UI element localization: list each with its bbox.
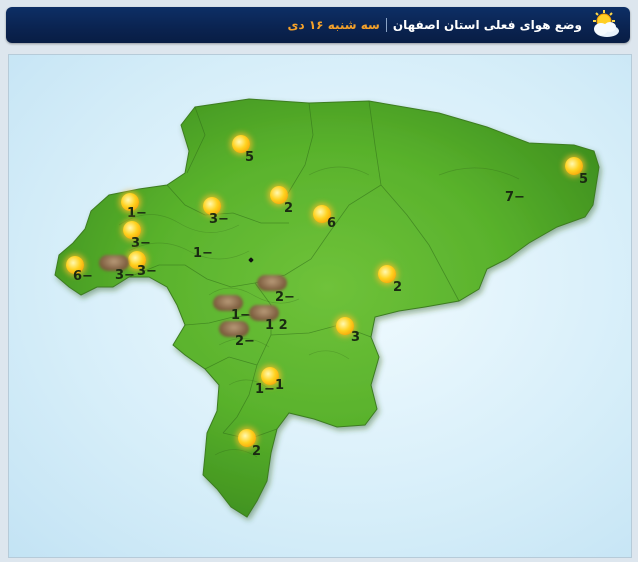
temperature-label: 6 [327,216,337,231]
temperature-label: 3− [115,268,135,283]
temperature-label: 3− [137,264,157,279]
province-map [54,98,600,518]
header-bar: وضع هوای فعلی استان اصفهان سه شنبه ۱۶ دی [6,7,630,43]
temperature-label: 7− [505,190,525,205]
temperature-label: 3 [351,330,361,345]
cloud-icon [257,275,287,291]
temperature-label: 1− [127,206,147,221]
header-content: وضع هوای فعلی استان اصفهان سه شنبه ۱۶ دی [288,7,622,43]
page-title: وضع هوای فعلی استان اصفهان [392,18,582,32]
temperature-label: 5 [579,172,589,187]
temperature-label: 2− [275,290,295,305]
temperature-label: 1 [275,378,285,393]
temperature-label: 1− [193,246,213,261]
temperature-label: 2 [284,201,294,216]
temperature-label: 6− [73,269,93,284]
province-shape [54,98,600,518]
temperature-label: 2− [235,334,255,349]
temperature-label: 1− [255,382,275,397]
temperature-label: 3− [131,236,151,251]
sun-cloud-icon [593,10,619,37]
date-label: سه شنبه ۱۶ دی [287,18,380,32]
temperature-label: 2 [393,280,403,295]
title-separator [385,18,387,32]
map-panel: 5 5 7− 2 6 3− 1− 3− 3− 6− 3− 2 3 2− 1− 1… [8,54,632,558]
temperature-label: 5 [245,150,255,165]
temperature-label: 2 [252,444,262,459]
temperature-label: 1 2 [265,318,288,333]
temperature-label: 3− [209,212,229,227]
